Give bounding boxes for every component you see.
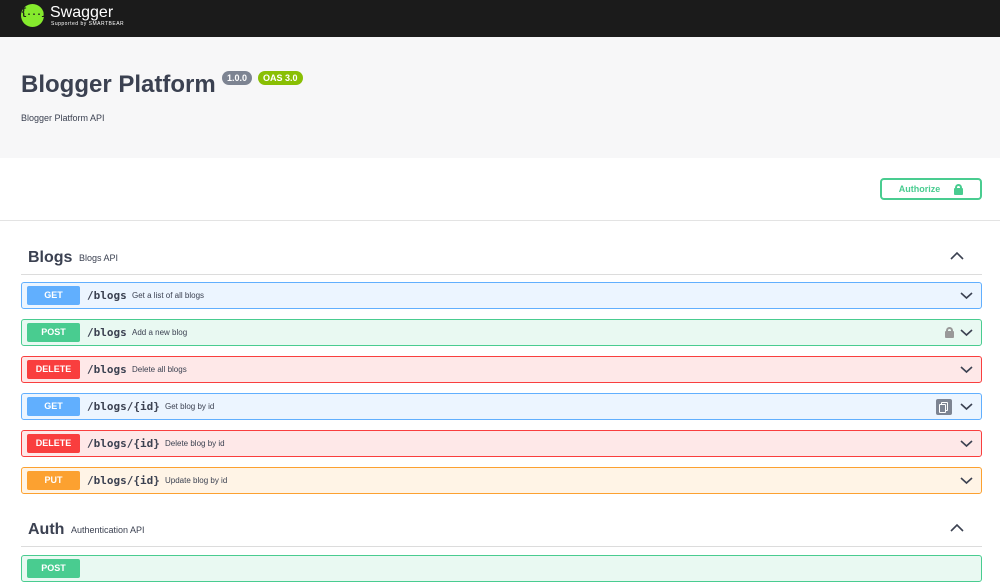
operation-summary: Update blog by id	[165, 476, 228, 485]
logo-subtitle: Supported by SMARTBEAR	[51, 21, 125, 27]
operation-path: /blogs/{id}	[87, 400, 160, 413]
tag-description: Authentication API	[71, 525, 145, 535]
operation-get-blogs[interactable]: GET /blogs Get a list of all blogs	[21, 282, 982, 309]
logo-title: Swagger	[50, 4, 114, 21]
chevron-down-icon[interactable]	[960, 291, 973, 300]
method-badge: PUT	[27, 471, 80, 490]
operation-put-blog-by-id[interactable]: PUT /blogs/{id} Update blog by id	[21, 467, 982, 494]
method-badge: GET	[27, 397, 80, 416]
tag-description: Blogs API	[79, 253, 119, 263]
swagger-logo-icon: {...}	[21, 4, 47, 27]
chevron-up-icon[interactable]	[950, 251, 964, 261]
oas-badge: OAS 3.0	[258, 71, 303, 85]
swagger-logo[interactable]: {...} Swagger Supported by SMARTBEAR	[21, 4, 124, 27]
authorize-button[interactable]: Authorize	[880, 178, 982, 200]
operation-path: /blogs/{id}	[87, 437, 160, 450]
operation-path: /blogs	[87, 289, 127, 302]
operation-path: /blogs	[87, 363, 127, 376]
operation-summary: Delete blog by id	[165, 439, 225, 448]
chevron-down-icon[interactable]	[960, 328, 973, 337]
tag-name: Auth	[28, 521, 65, 538]
method-badge: POST	[27, 323, 80, 342]
chevron-down-icon[interactable]	[960, 402, 973, 411]
authorize-label: Authorize	[898, 184, 941, 194]
operation-post-blogs[interactable]: POST /blogs Add a new blog	[21, 319, 982, 346]
lock-icon[interactable]	[945, 327, 954, 338]
api-description: Blogger Platform API	[21, 113, 105, 123]
chevron-down-icon[interactable]	[960, 365, 973, 374]
operation-summary: Get a list of all blogs	[132, 291, 205, 300]
page-title: Blogger Platform	[21, 71, 216, 98]
copy-icon[interactable]	[936, 399, 952, 415]
method-badge: GET	[27, 286, 80, 305]
chevron-up-icon[interactable]	[950, 523, 964, 533]
tag-header-blogs[interactable]: Blogs Blogs API	[21, 239, 982, 275]
operation-summary: Get blog by id	[165, 402, 215, 411]
operation-get-blog-by-id[interactable]: GET /blogs/{id} Get blog by id	[21, 393, 982, 420]
tag-header-auth[interactable]: Auth Authentication API	[21, 511, 982, 547]
version-badge: 1.0.0	[222, 71, 253, 85]
api-info: Blogger Platform 1.0.0 OAS 3.0 Blogger P…	[0, 37, 1000, 158]
operation-path: /blogs	[87, 326, 127, 339]
operation-summary: Delete all blogs	[132, 365, 187, 374]
operation-delete-blogs[interactable]: DELETE /blogs Delete all blogs	[21, 356, 982, 383]
operation-delete-blog-by-id[interactable]: DELETE /blogs/{id} Delete blog by id	[21, 430, 982, 457]
tag-name: Blogs	[28, 249, 73, 266]
lock-icon	[954, 183, 964, 195]
operation-path: /blogs/{id}	[87, 474, 160, 487]
method-badge: DELETE	[27, 434, 80, 453]
operation-post-auth[interactable]: POST	[21, 555, 982, 582]
chevron-down-icon[interactable]	[960, 439, 973, 448]
method-badge: DELETE	[27, 360, 80, 379]
chevron-down-icon[interactable]	[960, 476, 973, 485]
operation-summary: Add a new blog	[132, 328, 188, 337]
scheme-container: Authorize	[0, 158, 1000, 221]
topbar: {...} Swagger Supported by SMARTBEAR	[0, 0, 1000, 37]
